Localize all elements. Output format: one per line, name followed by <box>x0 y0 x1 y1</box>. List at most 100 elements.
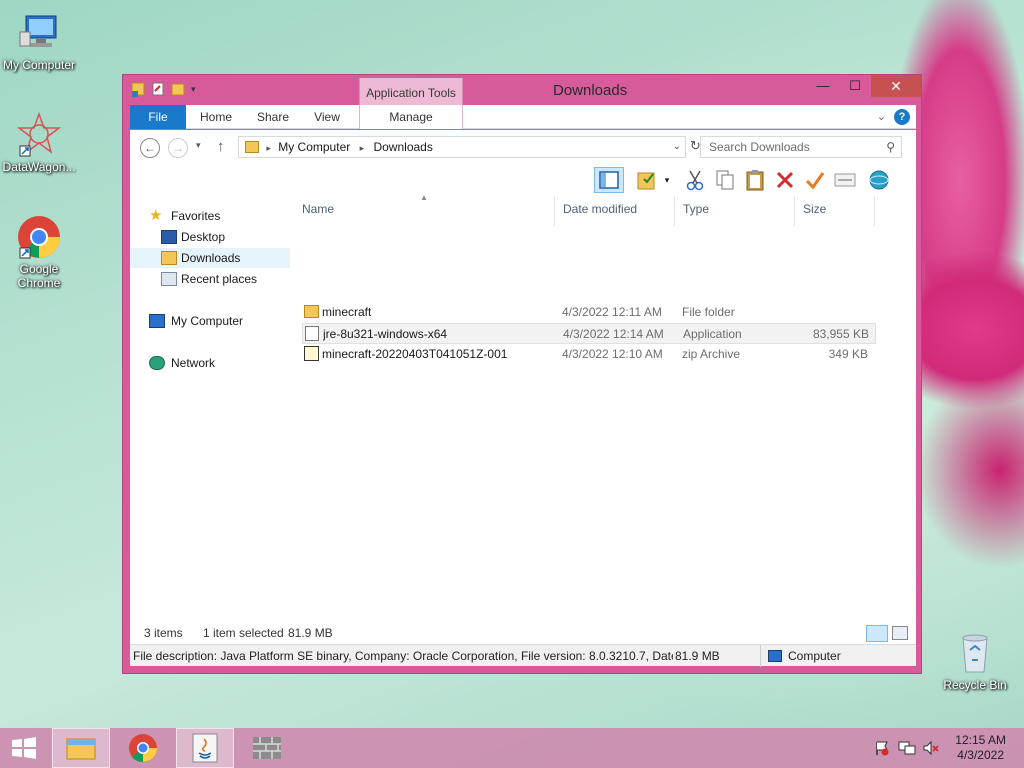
zip-archive-icon <box>304 346 319 361</box>
java-icon <box>192 733 218 763</box>
recycle-bin-icon <box>952 630 998 676</box>
collapse-ribbon-icon[interactable]: ⌄ <box>877 110 886 123</box>
folder-options-dropdown-icon[interactable]: ▾ <box>660 167 674 193</box>
windows-logo-icon <box>12 737 36 759</box>
nav-favorites[interactable]: ★ Favorites <box>130 206 290 226</box>
new-folder-icon[interactable] <box>171 81 185 97</box>
search-placeholder: Search Downloads <box>709 140 810 154</box>
breadcrumb-separator-icon: ▸ <box>266 143 271 153</box>
title-bar[interactable]: ▾ Application Tools Downloads — ☐ ✕ <box>123 75 921 106</box>
nav-downloads[interactable]: Downloads <box>130 248 290 268</box>
taskbar-file-explorer[interactable] <box>52 728 110 768</box>
java-installer-icon <box>305 326 319 341</box>
desktop-icon-recycle-bin[interactable]: Recycle Bin <box>933 630 1017 692</box>
search-icon[interactable]: ⚲ <box>886 137 895 157</box>
customize-toolbar-icon[interactable]: ▾ <box>191 81 205 97</box>
chrome-icon <box>129 734 157 763</box>
volume-muted-icon[interactable] <box>922 740 939 756</box>
search-input[interactable]: Search Downloads ⚲ <box>700 136 902 158</box>
breadcrumb-downloads[interactable]: Downloads <box>373 140 432 154</box>
file-name: jre-8u321-windows-x64 <box>323 327 448 341</box>
navigation-pane: ★ Favorites Desktop Downloads Recent pla… <box>130 196 290 622</box>
desktop-icon-label: Recycle Bin <box>943 678 1007 692</box>
nav-favorites-label: Favorites <box>171 209 221 223</box>
details-bar: File description: Java Platform SE binar… <box>130 644 916 667</box>
internet-options-icon[interactable] <box>866 167 892 193</box>
desktop-icon-google-chrome[interactable]: Google Chrome <box>0 214 81 290</box>
details-view-icon[interactable] <box>866 625 888 642</box>
content-area: ★ Favorites Desktop Downloads Recent pla… <box>130 193 916 622</box>
nav-network[interactable]: Network <box>130 353 290 373</box>
system-clock[interactable]: 12:15 AM 4/3/2022 <box>955 733 1006 763</box>
cut-icon[interactable] <box>682 167 708 193</box>
explorer-folder-icon[interactable] <box>131 81 145 97</box>
column-header-date[interactable]: Date modified <box>563 202 637 220</box>
address-field[interactable]: ▸ My Computer ▸ Downloads ⌄ <box>238 136 686 158</box>
computer-icon <box>149 314 165 328</box>
file-type: zip Archive <box>682 347 741 361</box>
nav-desktop[interactable]: Desktop <box>130 227 290 247</box>
file-explorer-icon <box>66 738 96 760</box>
breadcrumb-my-computer[interactable]: My Computer <box>278 140 350 154</box>
tab-home[interactable]: Home <box>190 105 242 129</box>
start-button[interactable] <box>0 728 48 768</box>
table-row[interactable]: jre-8u321-windows-x64 4/3/2022 12:14 AM … <box>302 323 876 344</box>
column-header-type[interactable]: Type <box>683 202 709 220</box>
table-row[interactable]: minecraft-20220403T041051Z-001 4/3/2022 … <box>302 344 876 365</box>
recent-locations-icon[interactable]: ▾ <box>196 140 201 151</box>
file-description: File description: Java Platform SE binar… <box>133 649 673 663</box>
computer-icon <box>768 650 782 662</box>
nav-recent-places[interactable]: Recent places <box>130 269 290 289</box>
nav-desktop-label: Desktop <box>181 230 226 244</box>
paste-icon[interactable] <box>742 167 768 193</box>
forward-button[interactable]: → <box>168 138 188 158</box>
copy-icon[interactable] <box>712 167 738 193</box>
file-size: 83,955 KB <box>812 327 869 341</box>
tab-share[interactable]: Share <box>248 105 298 129</box>
taskbar-chrome[interactable] <box>114 728 172 768</box>
properties-icon[interactable] <box>151 81 165 97</box>
back-button[interactable]: ← <box>140 138 160 158</box>
desktop-icon-label: DataWagon... <box>2 160 76 174</box>
nav-downloads-label: Downloads <box>181 251 241 265</box>
network-tray-icon[interactable] <box>898 740 916 756</box>
file-size: 349 KB <box>828 347 868 361</box>
desktop-icon-datawagon[interactable]: DataWagon... <box>0 111 81 174</box>
computer-icon <box>16 10 62 56</box>
file-date: 4/3/2022 12:11 AM <box>562 305 662 319</box>
tab-manage[interactable]: Manage <box>359 105 463 129</box>
file-date: 4/3/2022 12:14 AM <box>563 327 664 341</box>
action-center-flag-icon[interactable] <box>874 740 890 756</box>
file-name: minecraft-20220403T041051Z-001 <box>322 347 508 361</box>
delete-icon[interactable] <box>772 167 798 193</box>
downloads-folder-icon <box>161 251 177 265</box>
clock-date: 4/3/2022 <box>957 748 1004 762</box>
maximize-button[interactable]: ☐ <box>839 75 871 97</box>
clock-time: 12:15 AM <box>955 733 1006 747</box>
star-icon: ★ <box>149 207 163 224</box>
preview-pane-icon[interactable] <box>594 167 624 193</box>
up-button[interactable]: ↑ <box>217 138 225 155</box>
desktop-icon-my-computer[interactable]: My Computer <box>0 10 81 72</box>
help-icon[interactable]: ? <box>894 109 910 125</box>
taskbar-java-installer[interactable] <box>176 728 234 768</box>
folder-options-icon[interactable] <box>634 167 660 193</box>
large-icons-view-icon[interactable] <box>892 626 908 640</box>
table-row[interactable]: minecraft 4/3/2022 12:11 AM File folder <box>302 302 876 323</box>
taskbar-firewall[interactable] <box>238 728 296 768</box>
address-dropdown-icon[interactable]: ⌄ <box>673 137 681 157</box>
minimize-button[interactable]: — <box>807 75 839 97</box>
file-date: 4/3/2022 12:10 AM <box>562 347 663 361</box>
column-header-size[interactable]: Size <box>803 202 826 220</box>
nav-computer-label: My Computer <box>171 314 244 328</box>
application-tools-header: Application Tools <box>359 78 463 106</box>
column-header-name[interactable]: Name <box>302 202 334 220</box>
nav-my-computer[interactable]: My Computer <box>130 311 290 331</box>
explorer-window: ▾ Application Tools Downloads — ☐ ✕ File… <box>122 74 922 674</box>
close-button[interactable]: ✕ <box>871 75 921 97</box>
tab-view[interactable]: View <box>304 105 350 129</box>
tab-file[interactable]: File <box>130 105 186 129</box>
properties-button-icon[interactable] <box>832 167 858 193</box>
detail-size: 81.9 MB <box>675 649 720 663</box>
rename-check-icon[interactable] <box>802 167 828 193</box>
